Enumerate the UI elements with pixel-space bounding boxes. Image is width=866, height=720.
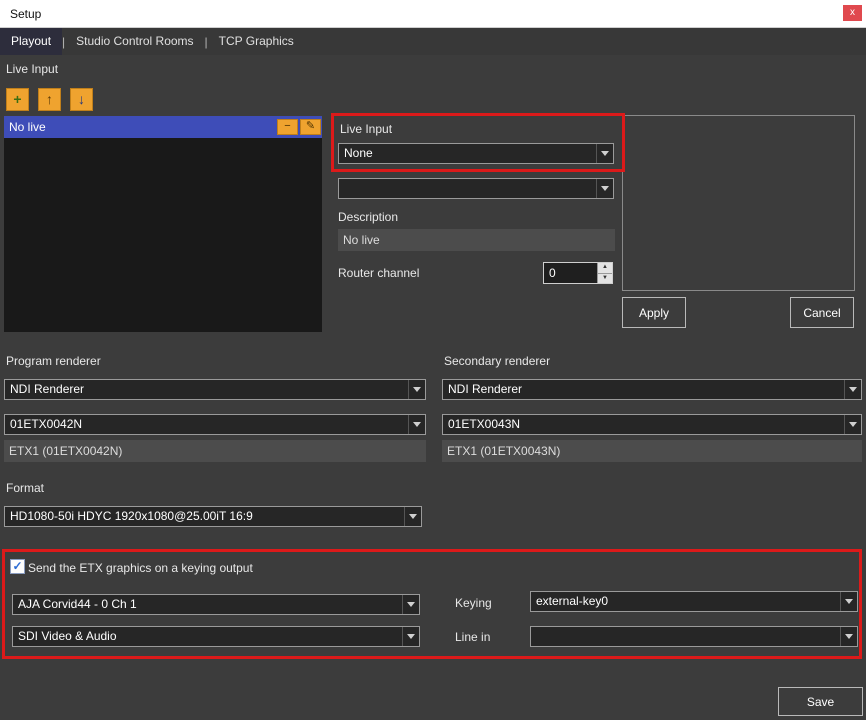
close-icon[interactable]: x <box>843 5 862 21</box>
live-input-section-label: Live Input <box>6 62 58 76</box>
window-title: Setup <box>10 7 41 21</box>
spinner-down-icon[interactable]: ▼ <box>597 273 612 283</box>
arrow-down-icon: ↓ <box>78 91 85 107</box>
tab-tcp-graphics[interactable]: TCP Graphics <box>208 28 305 55</box>
setup-window: Setup x Playout | Studio Control Rooms |… <box>0 0 866 720</box>
move-down-button[interactable]: ↓ <box>70 88 93 111</box>
chevron-down-icon <box>840 592 857 611</box>
description-field: No live <box>338 229 615 251</box>
chevron-down-icon <box>596 144 613 163</box>
program-renderer-description: ETX1 (01ETX0042N) <box>4 440 426 462</box>
spinner-buttons: ▲ ▼ <box>597 263 612 283</box>
line-in-dropdown[interactable] <box>530 626 858 647</box>
tab-bar: Playout | Studio Control Rooms | TCP Gra… <box>0 28 866 55</box>
edit-button[interactable]: ✎ <box>300 119 321 135</box>
secondary-renderer-label: Secondary renderer <box>444 354 550 368</box>
chevron-down-icon <box>402 627 419 646</box>
program-renderer-value: NDI Renderer <box>10 382 84 396</box>
keying-checkbox-label: Send the ETX graphics on a keying output <box>28 561 253 575</box>
program-renderer-label: Program renderer <box>6 354 101 368</box>
line-in-label: Line in <box>455 630 490 644</box>
spinner-up-icon[interactable]: ▲ <box>597 263 612 273</box>
keying-mode-value: SDI Video & Audio <box>18 629 117 643</box>
title-bar: Setup x <box>0 0 866 28</box>
keying-device-dropdown[interactable]: AJA Corvid44 - 0 Ch 1 <box>12 594 420 615</box>
format-value: HD1080-50i HDYC 1920x1080@25.00iT 16:9 <box>10 509 253 523</box>
format-label: Format <box>6 481 44 495</box>
chevron-down-icon <box>844 380 861 399</box>
list-item-label: No live <box>9 120 46 134</box>
add-button[interactable]: + <box>6 88 29 111</box>
secondary-renderer-dropdown[interactable]: NDI Renderer <box>442 379 862 400</box>
move-up-button[interactable]: ↑ <box>38 88 61 111</box>
description-label: Description <box>338 210 398 224</box>
plus-icon: + <box>13 91 21 107</box>
keying-output-dropdown[interactable]: external-key0 <box>530 591 858 612</box>
chevron-down-icon <box>402 595 419 614</box>
chevron-down-icon <box>840 627 857 646</box>
format-dropdown[interactable]: HD1080-50i HDYC 1920x1080@25.00iT 16:9 <box>4 506 422 527</box>
live-input-sub-dropdown[interactable] <box>338 178 614 199</box>
chevron-down-icon <box>408 380 425 399</box>
router-channel-label: Router channel <box>338 266 419 280</box>
secondary-device-dropdown[interactable]: 01ETX0043N <box>442 414 862 435</box>
live-input-dropdown[interactable]: None <box>338 143 614 164</box>
minus-icon: − <box>284 120 290 132</box>
live-input-field-label: Live Input <box>340 122 392 136</box>
live-input-dropdown-value: None <box>344 146 373 160</box>
keying-label: Keying <box>455 596 492 610</box>
router-channel-stepper[interactable]: 0 ▲ ▼ <box>543 262 613 284</box>
apply-button[interactable]: Apply <box>622 297 686 328</box>
tab-studio-control-rooms[interactable]: Studio Control Rooms <box>65 28 204 55</box>
keying-device-value: AJA Corvid44 - 0 Ch 1 <box>18 597 137 611</box>
chevron-down-icon <box>408 415 425 434</box>
save-button[interactable]: Save <box>778 687 863 716</box>
secondary-renderer-description: ETX1 (01ETX0043N) <box>442 440 862 462</box>
keying-output-value: external-key0 <box>536 594 608 608</box>
program-device-value: 01ETX0042N <box>10 417 82 431</box>
chevron-down-icon <box>596 179 613 198</box>
live-input-list: No live − ✎ <box>4 116 322 332</box>
tab-playout[interactable]: Playout <box>0 28 62 55</box>
chevron-down-icon <box>404 507 421 526</box>
remove-button[interactable]: − <box>277 119 298 135</box>
preview-panel <box>622 115 855 291</box>
cancel-button[interactable]: Cancel <box>790 297 854 328</box>
secondary-device-value: 01ETX0043N <box>448 417 520 431</box>
keying-mode-dropdown[interactable]: SDI Video & Audio <box>12 626 420 647</box>
program-device-dropdown[interactable]: 01ETX0042N <box>4 414 426 435</box>
check-icon: ✓ <box>12 559 22 573</box>
router-channel-value: 0 <box>549 263 556 283</box>
chevron-down-icon <box>844 415 861 434</box>
secondary-renderer-value: NDI Renderer <box>448 382 522 396</box>
program-renderer-dropdown[interactable]: NDI Renderer <box>4 379 426 400</box>
keying-output-checkbox[interactable]: ✓ <box>10 559 25 574</box>
pencil-icon: ✎ <box>306 120 315 132</box>
list-item[interactable]: No live − ✎ <box>4 116 322 138</box>
arrow-up-icon: ↑ <box>46 91 53 107</box>
